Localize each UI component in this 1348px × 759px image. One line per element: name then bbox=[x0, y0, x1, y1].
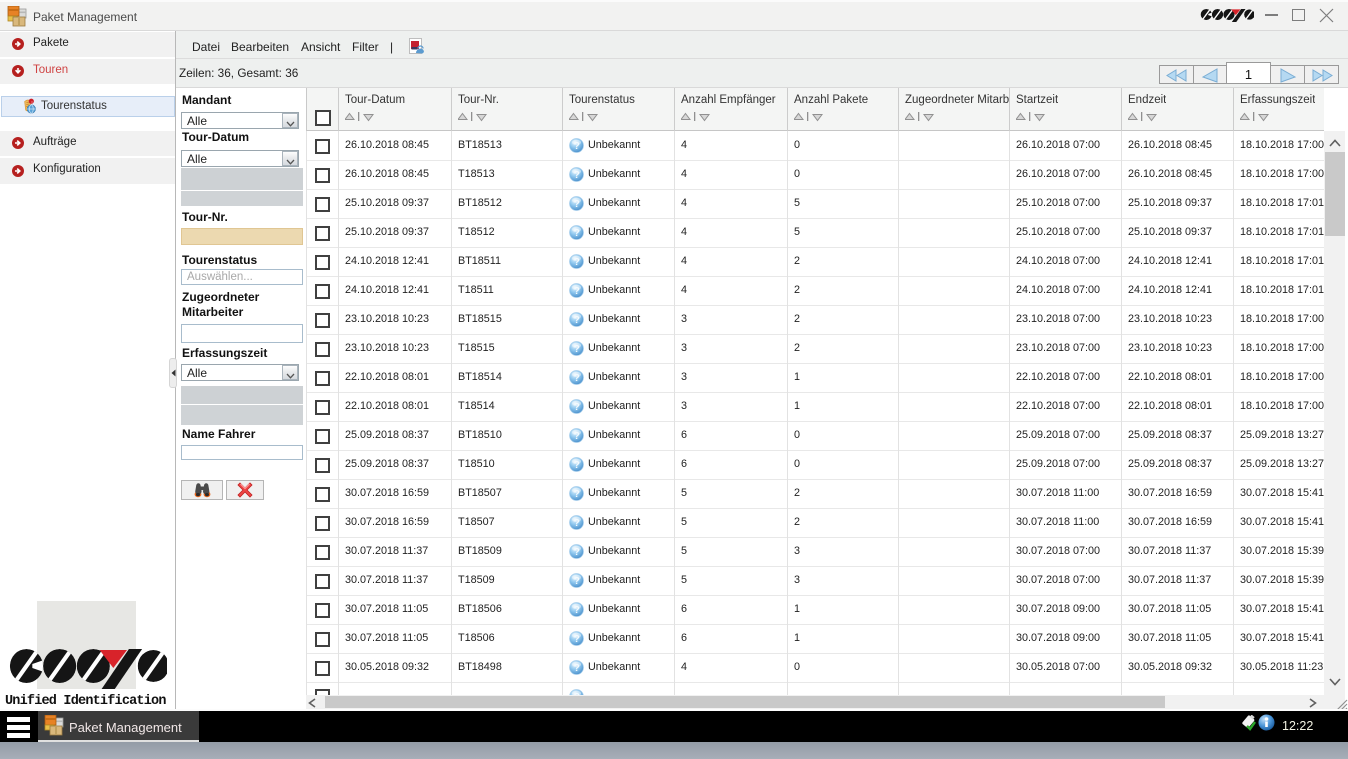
svg-text:?: ? bbox=[574, 431, 580, 442]
svg-text:?: ? bbox=[574, 460, 580, 471]
svg-text:?: ? bbox=[574, 315, 580, 326]
svg-text:?: ? bbox=[574, 257, 580, 268]
svg-text:?: ? bbox=[574, 663, 580, 674]
svg-text:?: ? bbox=[574, 518, 580, 529]
svg-text:?: ? bbox=[574, 170, 580, 181]
svg-text:?: ? bbox=[574, 605, 580, 616]
svg-text:?: ? bbox=[574, 199, 580, 210]
svg-text:?: ? bbox=[574, 634, 580, 645]
svg-text:?: ? bbox=[574, 547, 580, 558]
svg-text:?: ? bbox=[574, 489, 580, 500]
svg-text:?: ? bbox=[574, 402, 580, 413]
svg-text:?: ? bbox=[574, 141, 580, 152]
svg-text:?: ? bbox=[574, 344, 580, 355]
svg-text:?: ? bbox=[574, 228, 580, 239]
svg-text:?: ? bbox=[574, 286, 580, 297]
svg-text:?: ? bbox=[574, 576, 580, 587]
svg-text:?: ? bbox=[574, 373, 580, 384]
